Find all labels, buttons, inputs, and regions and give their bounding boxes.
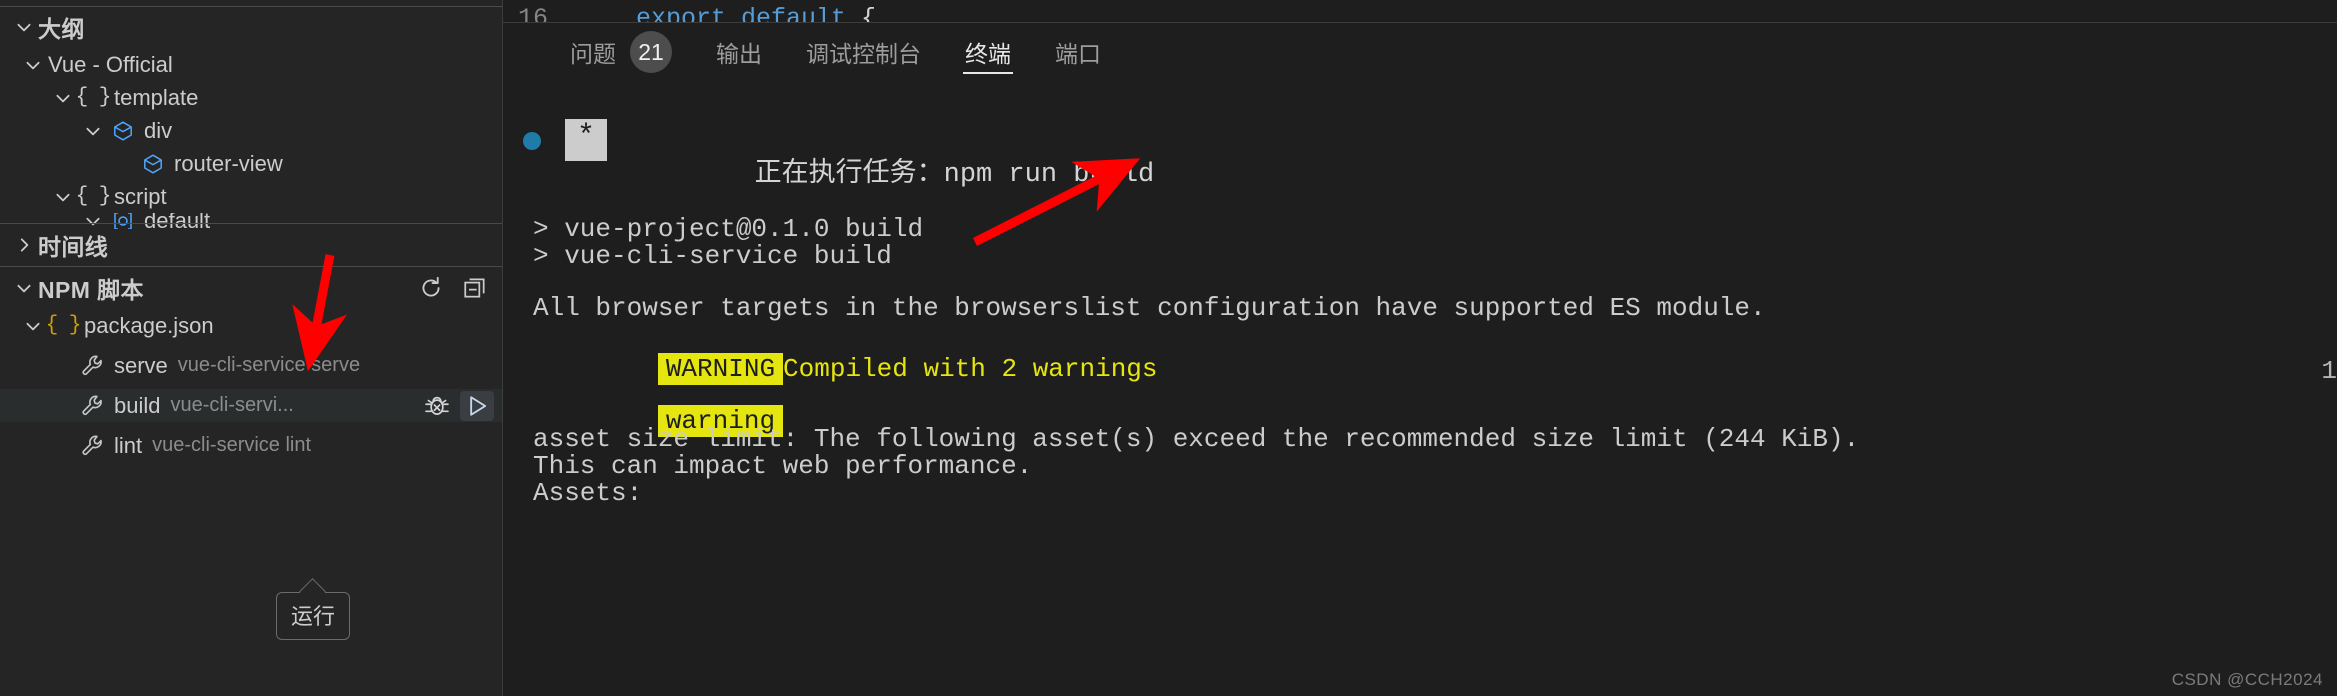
npm-script-command: vue-cli-service serve xyxy=(177,354,361,376)
chevron-down-icon[interactable] xyxy=(18,317,48,335)
tab-label: 端口 xyxy=(1055,41,1101,67)
npm-script-lint[interactable]: lint vue-cli-service lint xyxy=(0,429,502,462)
collapse-all-icon[interactable] xyxy=(462,275,488,301)
outline-item-template[interactable]: { } template xyxy=(0,81,502,114)
bottom-panel: 问题 21 输出 调试控制台 终端 端口 * 正在执行任务：npm run bu… xyxy=(503,22,2337,696)
outline-item-label: template xyxy=(114,84,199,110)
csdn-watermark: CSDN @CCH2024 xyxy=(2171,670,2323,689)
tab-ports[interactable]: 端口 xyxy=(1033,23,1123,81)
terminal-output[interactable]: * 正在执行任务：npm run build > vue-project@0.1… xyxy=(503,82,2337,696)
chevron-down-icon[interactable] xyxy=(78,122,108,140)
npm-script-row-actions xyxy=(420,389,494,422)
braces-icon: { } xyxy=(45,314,82,337)
chevron-down-icon[interactable] xyxy=(18,56,48,74)
cube-icon xyxy=(138,152,168,176)
debug-icon[interactable] xyxy=(420,391,454,421)
outline-section-header[interactable]: 大纲 xyxy=(0,6,502,48)
editor-code-line: export default { xyxy=(636,4,876,22)
npm-item-package-json[interactable]: { } package.json xyxy=(0,309,502,342)
refresh-icon[interactable] xyxy=(418,275,444,301)
outline-item-div[interactable]: div xyxy=(0,114,502,147)
outline-item-label: router-view xyxy=(174,150,283,176)
outline-item-vue-official[interactable]: Vue - Official xyxy=(0,48,502,81)
braces-icon: { } xyxy=(75,185,112,208)
editor-line-number: 16 xyxy=(518,4,549,22)
npm-script-label: lint xyxy=(114,432,143,458)
editor-code-text: export default xyxy=(636,4,847,22)
npm-script-label: serve xyxy=(114,352,168,378)
npm-item-label: package.json xyxy=(84,312,214,338)
tab-label: 终端 xyxy=(965,41,1011,67)
npm-script-build[interactable]: build vue-cli-servi... xyxy=(0,389,502,422)
chevron-down-icon[interactable] xyxy=(48,89,78,107)
editor-code-brace: { xyxy=(846,4,877,22)
npm-scripts-section-header[interactable]: NPM 脚本 xyxy=(0,267,502,309)
npm-script-label: build xyxy=(114,392,161,418)
outline-section-title: 大纲 xyxy=(38,16,85,42)
npm-scripts-section-title: NPM 脚本 xyxy=(38,277,144,303)
panel-tabs: 问题 21 输出 调试控制台 终端 端口 xyxy=(503,23,1123,81)
chevron-down-icon xyxy=(10,18,38,36)
npm-scripts-header-actions xyxy=(418,267,488,309)
wrench-icon xyxy=(78,393,108,419)
warning-message: Compiled with 2 warnings xyxy=(783,354,1158,384)
timeline-section-header[interactable]: 时间线 xyxy=(0,224,502,266)
cube-icon xyxy=(108,119,138,143)
tab-label: 问题 xyxy=(570,41,616,67)
wrench-icon xyxy=(78,353,108,379)
vscode-window: 大纲 Vue - Official { } template div route… xyxy=(0,0,2337,696)
outline-item-label: Vue - Official xyxy=(48,51,173,77)
npm-script-command: vue-cli-service lint xyxy=(152,434,312,456)
outline-item-label: div xyxy=(144,117,173,143)
tab-terminal[interactable]: 终端 xyxy=(943,23,1033,81)
tab-label: 调试控制台 xyxy=(806,41,921,67)
outline-item-script[interactable]: { } script xyxy=(0,180,502,213)
tab-label: 输出 xyxy=(716,41,762,67)
run-tooltip-label: 运行 xyxy=(291,604,336,629)
task-running-command: npm run build xyxy=(943,160,1155,190)
wrench-icon xyxy=(78,433,108,459)
sidebar: 大纲 Vue - Official { } template div route… xyxy=(0,0,503,696)
chevron-right-icon xyxy=(10,236,38,254)
task-star-marker: * xyxy=(565,119,607,161)
npm-script-serve[interactable]: serve vue-cli-service serve xyxy=(0,349,502,382)
editor-last-visible-line: 16 export default { xyxy=(503,0,2337,22)
outline-item-label: script xyxy=(114,183,167,209)
braces-icon: { } xyxy=(75,86,112,109)
task-running-label: 正在执行任务： xyxy=(754,160,944,190)
terminal-line: > vue-cli-service build xyxy=(533,241,892,271)
terminal-line: Assets: xyxy=(533,478,643,508)
chevron-down-icon xyxy=(10,279,38,297)
terminal-right-edge-number: 1 xyxy=(2321,356,2337,386)
task-status-dot xyxy=(523,132,541,150)
task-running-line: 正在执行任务：npm run build xyxy=(625,124,1155,226)
timeline-section-title: 时间线 xyxy=(38,234,109,260)
tab-problems[interactable]: 问题 21 xyxy=(548,23,694,81)
problems-count-badge: 21 xyxy=(630,31,672,73)
outline-item-router-view[interactable]: router-view xyxy=(0,147,502,180)
run-tooltip: 运行 xyxy=(276,592,351,640)
tab-debug-console[interactable]: 调试控制台 xyxy=(784,23,943,81)
chevron-down-icon[interactable] xyxy=(48,188,78,206)
run-icon[interactable] xyxy=(460,390,494,421)
tab-output[interactable]: 输出 xyxy=(694,23,784,81)
npm-script-command: vue-cli-servi... xyxy=(170,394,294,416)
